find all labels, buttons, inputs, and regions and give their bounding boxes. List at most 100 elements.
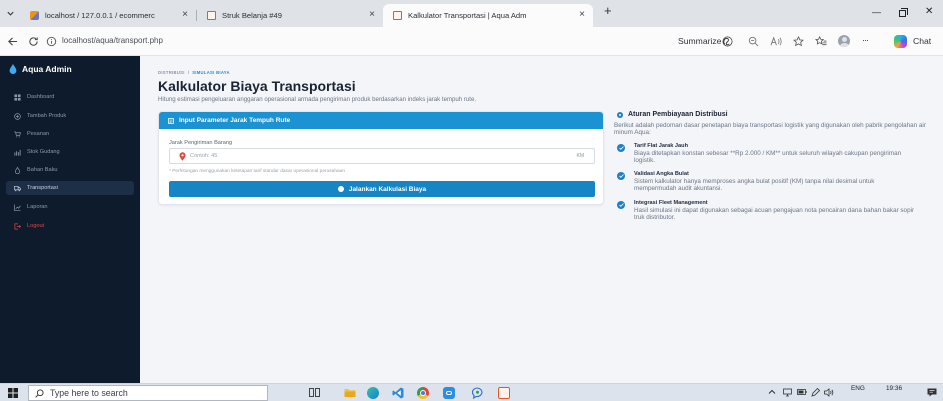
- card-header-title: Input Parameter Jarak Tempuh Rute: [179, 117, 291, 124]
- tab-close-button[interactable]: ×: [369, 9, 375, 21]
- check-circle-icon: [617, 172, 625, 180]
- rule-text: Hasil simulasi ini dapat digunakan sebag…: [634, 207, 915, 221]
- app-icon[interactable]: [443, 387, 455, 399]
- task-view-icon[interactable]: [309, 387, 320, 398]
- restore-button[interactable]: [899, 8, 910, 19]
- sidebar-item-dashboard[interactable]: Dashboard: [6, 90, 134, 104]
- profile-avatar[interactable]: [838, 35, 850, 47]
- new-tab-button[interactable]: +: [604, 3, 612, 19]
- page-icon: [207, 11, 216, 20]
- tab-actions-chevron-icon[interactable]: [6, 9, 15, 18]
- sidebar-item-logout[interactable]: Logout: [6, 219, 134, 233]
- location-pin-icon: [179, 152, 186, 161]
- edge-icon[interactable]: [367, 387, 379, 399]
- tab-label: Kalkulator Transportasi | Aqua Adm: [408, 11, 527, 20]
- tab-struk-belanja[interactable]: Struk Belanja #49 ×: [197, 4, 383, 27]
- copilot-icon[interactable]: [894, 35, 907, 48]
- favorites-icon: [815, 36, 827, 46]
- clock-time[interactable]: 19:36: [886, 385, 902, 392]
- pen-icon[interactable]: [811, 388, 820, 397]
- check-circle-icon: [617, 144, 625, 152]
- info-icon: [46, 36, 57, 47]
- sidebar-item-bahan-baku[interactable]: Bahan Baku: [6, 163, 134, 177]
- distance-field-label: Jarak Pengiriman Barang: [169, 140, 233, 146]
- sidebar-item-transportasi[interactable]: Transportasi: [6, 181, 134, 195]
- speaker-icon[interactable]: [824, 388, 834, 397]
- distance-input[interactable]: [190, 150, 560, 162]
- page-icon: [393, 11, 402, 20]
- tab-label: localhost / 127.0.0.1 / ecommerc: [45, 11, 155, 20]
- rule-text: Biaya ditetapkan konstan sebesar **Rp 2.…: [634, 150, 902, 164]
- reload-icon: [29, 37, 38, 46]
- chrome-icon[interactable]: [417, 387, 429, 399]
- site-info-button[interactable]: [46, 36, 57, 47]
- network-icon[interactable]: [783, 388, 792, 397]
- more-button[interactable]: ···: [862, 35, 869, 45]
- phpmyadmin-icon: [30, 11, 39, 20]
- sidebar-item-label: Pesanan: [27, 131, 50, 137]
- show-hidden-icons-button[interactable]: [768, 388, 776, 396]
- browser-tab-bar: localhost / 127.0.0.1 / ecommerc × Struk…: [0, 0, 943, 27]
- close-window-button[interactable]: ✕: [925, 5, 933, 19]
- summarize-button[interactable]: Summarize: [678, 36, 721, 46]
- distribution-rules-panel: Aturan Pembiayaan Distribusi Berikut ada…: [614, 109, 936, 289]
- zoom-button[interactable]: [748, 36, 759, 47]
- sidebar-item-label: Bahan Baku: [27, 167, 58, 173]
- add-favorite-button[interactable]: [793, 36, 804, 47]
- sidebar-item-tambah-produk[interactable]: Tambah Produk: [6, 109, 134, 123]
- rules-description: Berikut adalah pedoman dasar penetapan b…: [614, 122, 926, 136]
- chat-button[interactable]: Chat: [913, 36, 931, 46]
- calculator-icon: [337, 186, 344, 192]
- chat-app-icon[interactable]: [471, 387, 484, 399]
- check-circle-icon: [617, 201, 625, 209]
- sidebar-item-laporan[interactable]: Laporan: [6, 200, 134, 214]
- breadcrumb-parent[interactable]: DISTRIBUSI: [158, 70, 185, 75]
- chevron-up-icon: [768, 389, 776, 394]
- tab-close-button[interactable]: ×: [182, 9, 188, 21]
- sidebar-item-label: Laporan: [27, 204, 48, 210]
- brand-name: Aqua Admin: [22, 64, 72, 74]
- tab-close-button[interactable]: ×: [579, 9, 585, 21]
- drop-icon: [14, 166, 21, 174]
- orange-app-icon[interactable]: [498, 387, 510, 399]
- notification-center-button[interactable]: [927, 388, 937, 397]
- sidebar-item-pesanan[interactable]: Pesanan: [6, 127, 134, 141]
- distance-input-wrapper: KM: [169, 148, 595, 164]
- rule-title: Integrasi Fleet Management: [634, 200, 708, 206]
- logout-icon: [14, 223, 21, 229]
- taskbar-search-box[interactable]: Type here to search: [28, 385, 268, 401]
- start-button[interactable]: [8, 388, 18, 398]
- back-button[interactable]: [7, 36, 18, 47]
- cart-icon: [14, 131, 21, 137]
- rule-item: Tarif Flat Jarak Jauh Biaya ditetapkan k…: [614, 143, 936, 169]
- summarize-icon[interactable]: [722, 36, 733, 47]
- rules-title: Aturan Pembiayaan Distribusi: [628, 111, 728, 118]
- sidebar: Aqua Admin Dashboard Tambah Produk Pesan…: [0, 56, 140, 383]
- read-aloud-icon: [770, 36, 782, 46]
- tab-kalkulator-transportasi[interactable]: Kalkulator Transportasi | Aqua Adm ×: [383, 4, 593, 27]
- favorites-button[interactable]: [815, 36, 827, 47]
- tab-phpmyadmin[interactable]: localhost / 127.0.0.1 / ecommerc ×: [20, 4, 196, 27]
- distance-input-card: Input Parameter Jarak Tempuh Rute Jarak …: [158, 111, 604, 205]
- sidebar-item-label: Logout: [27, 223, 45, 229]
- chart-line-icon: [14, 203, 21, 211]
- reload-button[interactable]: [28, 36, 39, 47]
- battery-icon[interactable]: [797, 389, 807, 395]
- tariff-note: * Perhitungan menggunakan ketetapan tari…: [169, 169, 346, 174]
- vscode-icon[interactable]: [392, 387, 404, 399]
- plus-circle-icon: [14, 112, 21, 120]
- minimize-button[interactable]: —: [872, 5, 881, 19]
- calculate-cost-button[interactable]: Jalankan Kalkulasi Biaya: [169, 181, 595, 197]
- file-explorer-icon[interactable]: [344, 387, 356, 398]
- input-language[interactable]: ENG: [851, 385, 865, 392]
- sidebar-item-stok-gudang[interactable]: Stok Gudang: [6, 145, 134, 159]
- rule-item: Validasi Angka Bulat Sistem kalkulator h…: [614, 171, 936, 197]
- zoom-out-icon: [748, 36, 759, 47]
- read-aloud-button[interactable]: [770, 36, 782, 47]
- info-dot-icon: [617, 111, 623, 118]
- page-title: Kalkulator Biaya Transportasi: [158, 78, 356, 94]
- address-field[interactable]: localhost/aqua/transport.php: [62, 36, 163, 45]
- page-content: Aqua Admin Dashboard Tambah Produk Pesan…: [0, 56, 943, 383]
- sidebar-item-label: Stok Gudang: [27, 149, 60, 155]
- distance-unit: KM: [576, 153, 585, 159]
